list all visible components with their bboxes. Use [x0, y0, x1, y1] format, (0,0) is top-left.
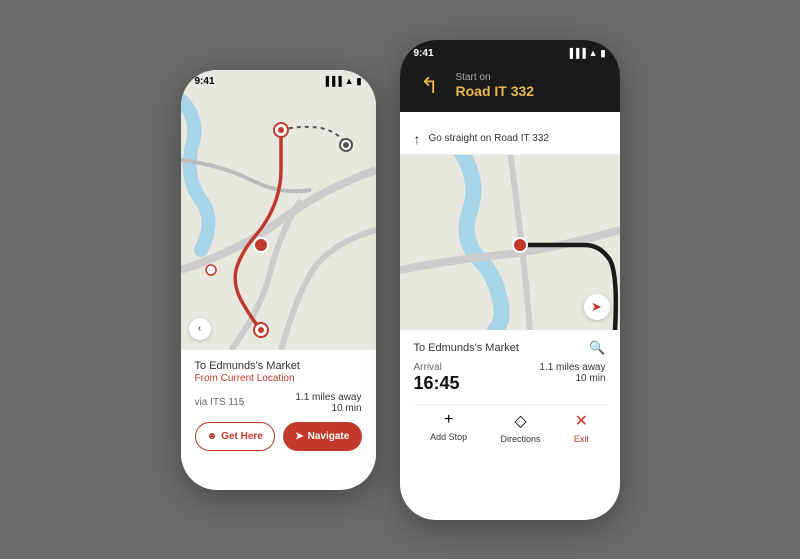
status-bar-left: 9:41 ▐▐▐ ▲ ▮ — [181, 70, 376, 89]
wifi-icon: ▲ — [345, 76, 354, 86]
battery-icon: ▮ — [357, 76, 362, 87]
right-distance: 1.1 miles away — [539, 362, 605, 373]
get-here-button[interactable]: ☻ Get Here — [195, 422, 276, 451]
signal-icon-r: ▐▐▐ — [566, 48, 585, 58]
arrival-time: 16:45 — [414, 373, 460, 394]
from-label: From Current Location — [195, 373, 362, 384]
turn-arrow-icon: ↰ — [420, 73, 438, 99]
straight-arrow-icon: ↑ — [414, 131, 421, 147]
action-buttons: ☻ Get Here ➤ Navigate — [195, 422, 362, 451]
nav-banner: ↰ Start on Road IT 332 — [400, 60, 620, 112]
directions-label: Directions — [501, 434, 541, 444]
x-icon: ✕ — [575, 411, 588, 431]
back-button[interactable]: ‹ — [189, 318, 211, 340]
status-icons-left: ▐▐▐ ▲ ▮ — [322, 76, 361, 87]
diamond-icon: ◇ — [514, 411, 526, 431]
right-bottom-panel: To Edmunds's Market 🔍 Arrival 16:45 1.1 … — [400, 330, 620, 454]
signal-icon: ▐▐▐ — [322, 76, 341, 86]
distance-info: 1.1 miles away 10 min — [295, 392, 361, 414]
get-here-label: Get Here — [221, 431, 263, 442]
nav-start-on-label: Start on — [456, 72, 606, 83]
nav-road-label: Road IT 332 — [456, 83, 606, 99]
add-stop-button[interactable]: + Add Stop — [430, 411, 467, 444]
bottom-panel-left: To Edmunds's Market From Current Locatio… — [181, 350, 376, 463]
left-phone: 9:41 ▐▐▐ ▲ ▮ — [181, 70, 376, 490]
navigate-button[interactable]: ➤ Navigate — [283, 422, 362, 451]
add-stop-label: Add Stop — [430, 432, 467, 442]
right-phone: 9:41 ▐▐▐ ▲ ▮ ↰ Start on Road IT 332 ↑ Go… — [400, 40, 620, 520]
status-bar-right: 9:41 ▐▐▐ ▲ ▮ — [400, 40, 620, 61]
compass-button[interactable]: ➤ — [584, 294, 610, 320]
map-area-right[interactable]: ➤ — [400, 150, 620, 330]
compass-icon: ➤ — [591, 299, 602, 315]
arrival-block: Arrival 16:45 — [414, 362, 460, 394]
navigate-icon: ➤ — [295, 431, 303, 442]
status-time-right: 9:41 — [414, 48, 434, 59]
wifi-icon-r: ▲ — [589, 48, 598, 58]
map-svg-left — [181, 70, 376, 350]
bottom-actions: + Add Stop ◇ Directions ✕ Exit — [414, 404, 606, 444]
map-area-left[interactable]: ‹ — [181, 70, 376, 350]
right-time: 10 min — [539, 373, 605, 384]
arrival-label: Arrival — [414, 362, 460, 373]
time-text: 10 min — [295, 403, 361, 414]
distance-text: 1.1 miles away — [295, 392, 361, 403]
directions-button[interactable]: ◇ Directions — [501, 411, 541, 444]
navigate-label: Navigate — [308, 431, 350, 442]
person-icon: ☻ — [207, 431, 218, 442]
status-icons-right: ▐▐▐ ▲ ▮ — [566, 48, 605, 59]
route-info: via ITS 115 1.1 miles away 10 min — [195, 392, 362, 414]
next-instruction-bar: ↑ Go straight on Road IT 332 — [400, 124, 620, 155]
nav-text-block: Start on Road IT 332 — [456, 72, 606, 99]
dest-row: To Edmunds's Market 🔍 — [414, 340, 606, 356]
destination-label: To Edmunds's Market — [195, 360, 362, 372]
search-icon[interactable]: 🔍 — [589, 340, 605, 356]
dist-block: 1.1 miles away 10 min — [539, 362, 605, 384]
via-label: via ITS 115 — [195, 397, 245, 408]
battery-icon-r: ▮ — [601, 48, 606, 59]
arrival-row: Arrival 16:45 1.1 miles away 10 min — [414, 362, 606, 394]
next-instruction-text: Go straight on Road IT 332 — [429, 133, 549, 144]
exit-label: Exit — [574, 434, 589, 444]
exit-button[interactable]: ✕ Exit — [574, 411, 589, 444]
plus-icon: + — [444, 411, 453, 429]
turn-icon: ↰ — [414, 70, 446, 102]
status-time-left: 9:41 — [195, 76, 215, 87]
right-dest-label: To Edmunds's Market — [414, 342, 519, 354]
